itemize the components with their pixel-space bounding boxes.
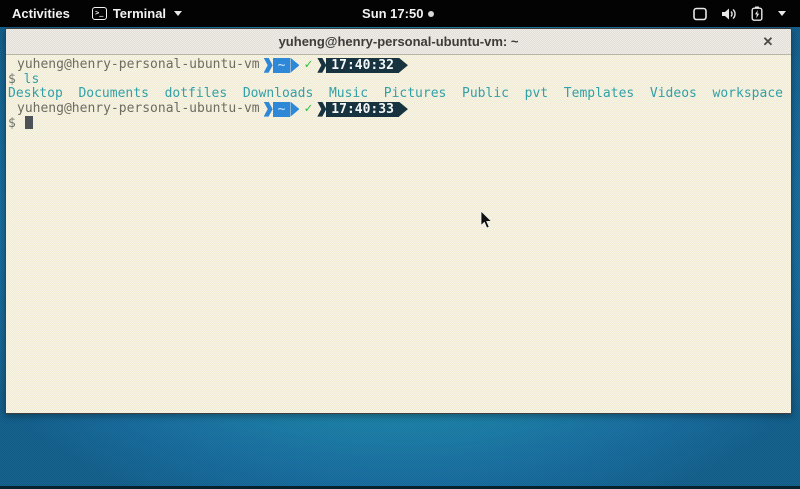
- terminal-icon: >_: [92, 7, 107, 20]
- prompt-line: yuheng@henry-personal-ubuntu-vm ~ ✓ 17:4…: [8, 58, 789, 73]
- shell-prompt-symbol: $: [8, 116, 16, 131]
- current-input-line: $: [8, 116, 789, 131]
- ls-output-row: Desktop Documents dotfiles Downloads Mus…: [8, 87, 789, 102]
- powerline-chevron-icon: [264, 102, 273, 117]
- prompt-line: yuheng@henry-personal-ubuntu-vm ~ ✓ 17:4…: [8, 102, 789, 117]
- directory-name: dotfiles: [165, 86, 228, 101]
- prompt-timestamp: 17:40:33: [326, 102, 399, 117]
- directory-name: pvt: [525, 86, 548, 101]
- powerline-arrow-icon: [290, 58, 299, 73]
- powerline-chevron-icon: [264, 58, 273, 73]
- powerline-arrow-icon: [399, 58, 408, 73]
- directory-name: Documents: [78, 86, 148, 101]
- shell-prompt-symbol: $: [8, 72, 16, 87]
- chevron-down-icon: [174, 11, 182, 16]
- directory-name: Templates: [564, 86, 634, 101]
- command-line: $ ls: [8, 73, 789, 88]
- desktop-background: yuheng@henry-personal-ubuntu-vm: ~ ✕ yuh…: [0, 27, 800, 489]
- top-bar: Activities >_ Terminal Sun 17:50: [0, 0, 800, 27]
- status-check-icon: ✓: [302, 58, 314, 73]
- terminal-block-cursor: [25, 116, 33, 129]
- powerline-arrow-icon: [399, 102, 408, 117]
- prompt-timestamp: 17:40:32: [326, 58, 399, 73]
- directory-name: workspace: [713, 86, 783, 101]
- battery-charging-icon: [751, 6, 763, 21]
- powerline-chevron-icon: [317, 102, 326, 117]
- window-titlebar[interactable]: yuheng@henry-personal-ubuntu-vm: ~ ✕: [6, 29, 791, 55]
- volume-icon: [721, 7, 738, 21]
- prompt-user-host: yuheng@henry-personal-ubuntu-vm: [17, 58, 260, 73]
- close-button[interactable]: ✕: [757, 29, 779, 54]
- directory-name: Videos: [650, 86, 697, 101]
- command-text: ls: [24, 72, 40, 87]
- powerline-arrow-icon: [290, 102, 299, 117]
- clock-menu[interactable]: Sun 17:50: [354, 0, 442, 27]
- app-menu-label: Terminal: [113, 6, 166, 21]
- notification-dot-icon: [428, 11, 434, 17]
- directory-name: Music: [329, 86, 368, 101]
- system-status-menu[interactable]: [678, 0, 800, 27]
- window-title: yuheng@henry-personal-ubuntu-vm: ~: [279, 34, 519, 49]
- activities-button[interactable]: Activities: [0, 0, 82, 27]
- prompt-path: ~: [273, 102, 291, 117]
- status-check-icon: ✓: [302, 102, 314, 117]
- directory-name: Pictures: [384, 86, 447, 101]
- app-menu-terminal[interactable]: >_ Terminal: [82, 0, 192, 27]
- directory-name: Desktop: [8, 86, 63, 101]
- chevron-down-icon: [778, 11, 786, 16]
- terminal-content[interactable]: yuheng@henry-personal-ubuntu-vm ~ ✓ 17:4…: [6, 55, 791, 414]
- prompt-user-host: yuheng@henry-personal-ubuntu-vm: [17, 102, 260, 117]
- prompt-path: ~: [273, 58, 291, 73]
- powerline-chevron-icon: [317, 58, 326, 73]
- terminal-window: yuheng@henry-personal-ubuntu-vm: ~ ✕ yuh…: [5, 28, 792, 414]
- screen-icon: [692, 7, 708, 21]
- directory-name: Public: [462, 86, 509, 101]
- directory-name: Downloads: [243, 86, 313, 101]
- clock-label: Sun 17:50: [362, 6, 423, 21]
